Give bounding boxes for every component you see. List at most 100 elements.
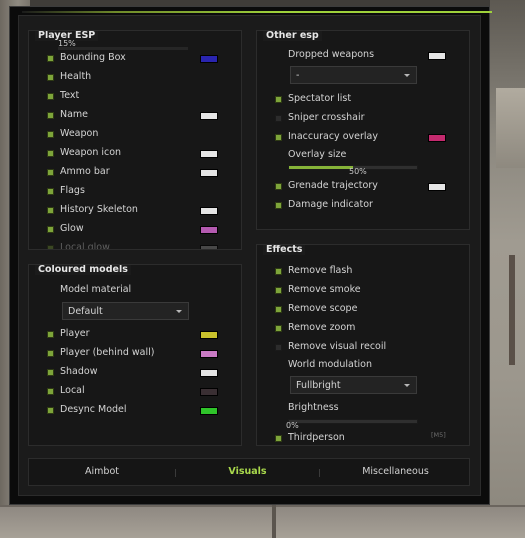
spectator-list-label: Spectator list (288, 93, 352, 104)
bounding-box-label: Bounding Box (60, 52, 126, 63)
world-modulation-value: Fullbright (296, 380, 341, 391)
damage-indicator-checkbox[interactable] (275, 202, 282, 209)
weapon-icon-color-swatch[interactable] (200, 150, 218, 158)
glow-label: Glow (60, 223, 84, 234)
local-checkbox[interactable] (47, 388, 54, 395)
weapon-icon-label: Weapon icon (60, 147, 122, 158)
tab-miscellaneous[interactable]: Miscellaneous (320, 459, 471, 485)
dropped-weapons-color-swatch[interactable] (428, 52, 446, 60)
brightness-value: 0% (286, 421, 299, 430)
background-floor-edge (0, 505, 525, 507)
player-behind-wall-color-swatch[interactable] (200, 350, 218, 358)
damage-indicator-label: Damage indicator (288, 199, 373, 210)
health-checkbox[interactable] (47, 74, 54, 81)
remove-zoom-checkbox[interactable] (275, 325, 282, 332)
sniper-crosshair-label: Sniper crosshair (288, 112, 365, 123)
inaccuracy-overlay-color-swatch[interactable] (428, 134, 446, 142)
thirdperson-keybind[interactable]: [M5] (431, 431, 446, 439)
inaccuracy-overlay-checkbox[interactable] (275, 134, 282, 141)
chevron-down-icon (404, 384, 410, 387)
chevron-down-icon (176, 310, 182, 313)
glow-checkbox[interactable] (47, 226, 54, 233)
brightness-label: Brightness (288, 402, 339, 413)
shadow-label: Shadow (60, 366, 98, 377)
history-skeleton-checkbox[interactable] (47, 207, 54, 214)
tab-visuals[interactable]: Visuals (176, 459, 319, 485)
name-label: Name (60, 109, 89, 120)
bounding-box-color-swatch[interactable] (200, 55, 218, 63)
desync-model-color-swatch[interactable] (200, 407, 218, 415)
background-floor-seam (272, 505, 276, 538)
player-behind-wall-label: Player (behind wall) (60, 347, 155, 358)
grenade-trajectory-color-swatch[interactable] (428, 183, 446, 191)
chevron-down-icon (404, 74, 410, 77)
spectator-list-checkbox[interactable] (275, 96, 282, 103)
local-glow-color-swatch[interactable] (200, 245, 218, 249)
player-behind-wall-checkbox[interactable] (47, 350, 54, 357)
tab-aimbot[interactable]: Aimbot (29, 459, 175, 485)
bounding-box-checkbox[interactable] (47, 55, 54, 62)
background-floor (0, 505, 525, 538)
weapon-checkbox[interactable] (47, 131, 54, 138)
dropped-weapons-dropdown[interactable]: - (290, 66, 417, 84)
other-esp-title: Other esp (263, 31, 322, 41)
health-label: Health (60, 71, 92, 82)
name-color-swatch[interactable] (200, 112, 218, 120)
model-material-dropdown[interactable]: Default (62, 302, 189, 320)
inaccuracy-overlay-label: Inaccuracy overlay (288, 131, 378, 142)
local-glow-label: Local glow (60, 242, 110, 250)
shadow-color-swatch[interactable] (200, 369, 218, 377)
other-esp-group: Other esp Dropped weapons - Spectator li… (256, 30, 470, 230)
remove-scope-label: Remove scope (288, 303, 358, 314)
window-accent-bar (22, 11, 492, 13)
text-label: Text (60, 90, 80, 101)
model-material-value: Default (68, 306, 103, 317)
player-checkbox[interactable] (47, 331, 54, 338)
background-right-wall (490, 0, 525, 538)
overlay-size-value: 50% (349, 167, 367, 176)
desync-model-checkbox[interactable] (47, 407, 54, 414)
player-color-swatch[interactable] (200, 331, 218, 339)
remove-flash-checkbox[interactable] (275, 268, 282, 275)
model-material-label: Model material (60, 284, 132, 295)
local-glow-checkbox[interactable] (47, 245, 54, 249)
local-color-swatch[interactable] (200, 388, 218, 396)
coloured-models-group: Coloured models Model material Default P… (28, 264, 242, 446)
name-checkbox[interactable] (47, 112, 54, 119)
dropped-weapons-label: Dropped weapons (288, 49, 375, 60)
remove-smoke-checkbox[interactable] (275, 287, 282, 294)
grenade-trajectory-label: Grenade trajectory (288, 180, 378, 191)
coloured-models-title: Coloured models (35, 265, 131, 275)
ammo-bar-checkbox[interactable] (47, 169, 54, 176)
player-label: Player (60, 328, 90, 339)
flags-label: Flags (60, 185, 85, 196)
player-esp-top-slider[interactable] (58, 47, 188, 50)
ammo-bar-color-swatch[interactable] (200, 169, 218, 177)
remove-visual-recoil-label: Remove visual recoil (288, 341, 387, 352)
remove-flash-label: Remove flash (288, 265, 353, 276)
remove-zoom-label: Remove zoom (288, 322, 356, 333)
weapon-icon-checkbox[interactable] (47, 150, 54, 157)
remove-smoke-label: Remove smoke (288, 284, 361, 295)
effects-group: Effects Remove flash Remove smoke Remove s… (256, 244, 470, 446)
remove-scope-checkbox[interactable] (275, 306, 282, 313)
sniper-crosshair-checkbox[interactable] (275, 115, 282, 122)
shadow-checkbox[interactable] (47, 369, 54, 376)
text-checkbox[interactable] (47, 93, 54, 100)
thirdperson-label: Thirdperson (288, 432, 345, 443)
brightness-slider[interactable] (288, 419, 418, 424)
thirdperson-checkbox[interactable] (275, 435, 282, 442)
flags-checkbox[interactable] (47, 188, 54, 195)
background-post (509, 255, 515, 365)
overlay-size-label: Overlay size (288, 149, 347, 160)
glow-color-swatch[interactable] (200, 226, 218, 234)
player-esp-group: Player ESP 15% Bounding Box Health Text Nam… (28, 30, 242, 250)
history-skeleton-color-swatch[interactable] (200, 207, 218, 215)
ammo-bar-label: Ammo bar (60, 166, 110, 177)
world-modulation-dropdown[interactable]: Fullbright (290, 376, 417, 394)
tab-bar: Aimbot Visuals Miscellaneous (28, 458, 470, 486)
background-right-ledge (496, 88, 525, 168)
remove-visual-recoil-checkbox[interactable] (275, 344, 282, 351)
grenade-trajectory-checkbox[interactable] (275, 183, 282, 190)
dropped-weapons-value: - (296, 70, 300, 81)
